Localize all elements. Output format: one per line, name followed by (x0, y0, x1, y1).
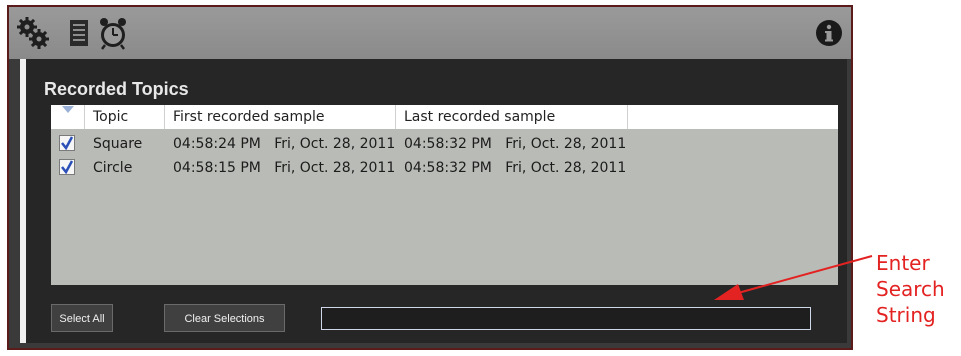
topics-table: Topic First recorded sample Last recorde… (51, 105, 838, 285)
topic-cell: Circle (93, 160, 133, 176)
table-row[interactable]: Square 04:58:24 PM Fri, Oct. 28, 2011 04… (51, 132, 838, 156)
column-header-first-sample[interactable]: First recorded sample (165, 105, 396, 129)
recorder-window: Recorded Topics Topic First recorded sam… (7, 5, 853, 350)
sort-arrow-icon (62, 106, 74, 113)
table-header: Topic First recorded sample Last recorde… (51, 105, 838, 129)
first-sample-cell: 04:58:15 PM Fri, Oct. 28, 2011 (173, 160, 396, 176)
panel-title: Recorded Topics (44, 79, 189, 99)
alarm-clock-icon[interactable] (95, 15, 131, 51)
select-all-button[interactable]: Select All (51, 304, 113, 332)
clear-selections-button[interactable]: Clear Selections (164, 304, 285, 332)
last-sample-cell: 04:58:32 PM Fri, Oct. 28, 2011 (404, 160, 627, 176)
column-header-topic[interactable]: Topic (85, 105, 165, 129)
topic-cell: Square (93, 136, 143, 152)
checkmark-icon (61, 160, 74, 174)
first-sample-cell: 04:58:24 PM Fri, Oct. 28, 2011 (173, 136, 396, 152)
recorded-topics-panel: Recorded Topics Topic First recorded sam… (20, 59, 847, 343)
document-icon[interactable] (61, 15, 97, 51)
info-icon[interactable] (815, 19, 843, 47)
column-header-last-sample[interactable]: Last recorded sample (396, 105, 628, 129)
row-checkbox[interactable] (59, 135, 75, 151)
toolbar (9, 7, 851, 59)
annotation-line: Enter (876, 251, 930, 275)
gears-icon[interactable] (15, 15, 51, 51)
checkmark-icon (61, 136, 74, 150)
last-sample-cell: 04:58:32 PM Fri, Oct. 28, 2011 (404, 136, 627, 152)
table-row[interactable]: Circle 04:58:15 PM Fri, Oct. 28, 2011 04… (51, 156, 838, 180)
annotation-text: Enter Search String (876, 250, 945, 328)
search-input[interactable] (321, 307, 811, 330)
annotation-line: String (876, 303, 936, 327)
row-checkbox[interactable] (59, 159, 75, 175)
select-column-header[interactable] (51, 105, 85, 129)
annotation-line: Search (876, 277, 945, 301)
